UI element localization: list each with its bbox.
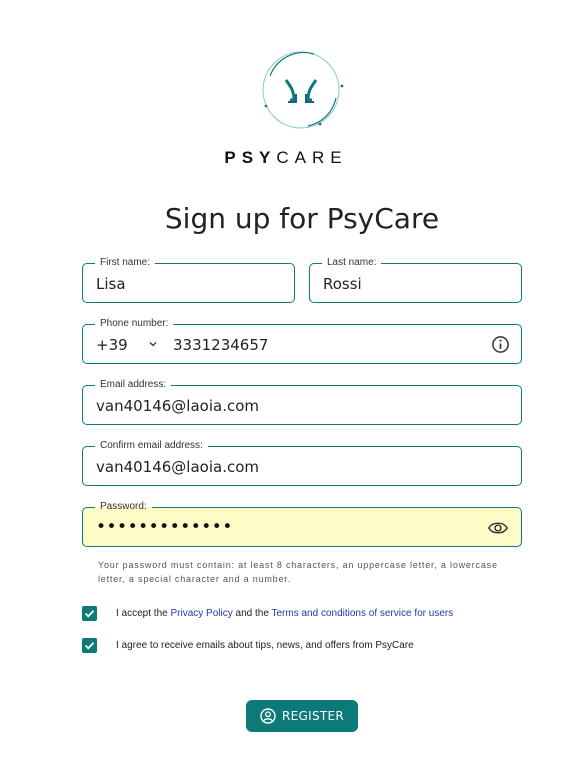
- phone-label: Phone number:: [95, 318, 174, 330]
- user-circle-icon: [260, 708, 276, 724]
- privacy-middle: and the: [232, 608, 272, 619]
- info-icon[interactable]: [491, 335, 510, 354]
- last-name-value[interactable]: Rossi: [323, 275, 362, 293]
- country-code-select[interactable]: +39: [96, 336, 128, 354]
- psycare-logo-icon: [262, 51, 344, 129]
- confirm-email-field[interactable]: Confirm email address: van40146@laoia.co…: [82, 440, 522, 486]
- emails-consent-label: I agree to receive emails about tips, ne…: [116, 640, 414, 651]
- phone-field[interactable]: Phone number: +39 3331234657: [82, 318, 522, 364]
- page-title: Sign up for PsyCare: [164, 202, 440, 235]
- brand-wordmark: PSYCARE: [0, 148, 572, 168]
- email-value[interactable]: van40146@laoia.com: [96, 397, 259, 415]
- eye-icon[interactable]: [487, 519, 509, 537]
- password-value[interactable]: •••••••••••••: [96, 517, 233, 537]
- confirm-email-label: Confirm email address:: [95, 440, 208, 452]
- first-name-value[interactable]: Lisa: [96, 275, 126, 293]
- privacy-consent-row: I accept the Privacy Policy and the Term…: [82, 606, 453, 621]
- password-field[interactable]: Password: •••••••••••••: [82, 501, 522, 547]
- first-name-label: First name:: [95, 257, 156, 269]
- privacy-policy-link[interactable]: Privacy Policy: [170, 608, 232, 619]
- password-hint: Your password must contain: at least 8 c…: [98, 560, 498, 584]
- brand-part2: CARE: [276, 148, 348, 167]
- confirm-email-value[interactable]: van40146@laoia.com: [96, 458, 259, 476]
- last-name-label: Last name:: [322, 257, 382, 269]
- first-name-field[interactable]: First name: Lisa: [82, 257, 295, 303]
- privacy-checkbox[interactable]: [82, 606, 97, 621]
- checkmark-icon: [84, 610, 95, 618]
- last-name-field[interactable]: Last name: Rossi: [309, 257, 522, 303]
- checkmark-icon: [84, 642, 95, 650]
- emails-checkbox[interactable]: [82, 638, 97, 653]
- emails-consent-row: I agree to receive emails about tips, ne…: [82, 638, 414, 653]
- register-label: REGISTER: [281, 709, 345, 723]
- chevron-down-icon[interactable]: [147, 338, 159, 350]
- register-button[interactable]: REGISTER: [246, 700, 358, 732]
- email-label: Email address:: [95, 379, 172, 391]
- privacy-consent-label: I accept the Privacy Policy and the Term…: [116, 608, 453, 619]
- password-label: Password:: [95, 501, 152, 513]
- email-field[interactable]: Email address: van40146@laoia.com: [82, 379, 522, 425]
- privacy-prefix: I accept the: [116, 608, 171, 619]
- phone-number-value[interactable]: 3331234657: [173, 336, 268, 354]
- logo: PSYCARE: [0, 48, 572, 168]
- brand-part1: PSY: [224, 148, 277, 167]
- terms-link[interactable]: Terms and conditions of service for user…: [271, 608, 453, 619]
